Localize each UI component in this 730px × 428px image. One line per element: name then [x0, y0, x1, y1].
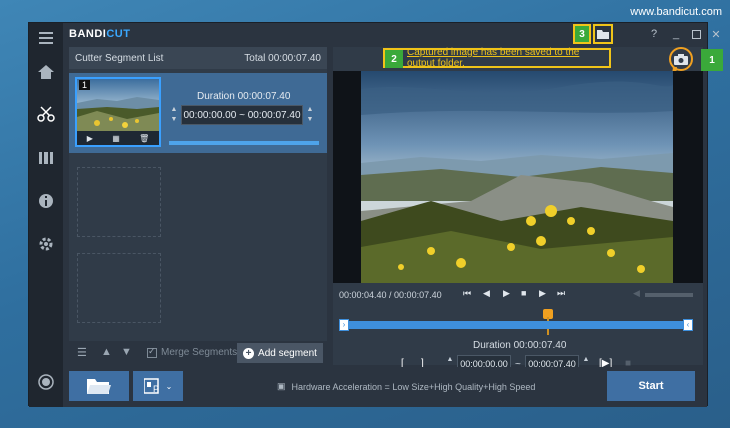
start-handle[interactable]: › [339, 319, 349, 331]
bottom-bar: P ⌄ ▣ Hardware Acceleration = Low Size+H… [63, 367, 707, 407]
segment-list-panel: Cutter Segment List Total 00:00:07.40 1 … [69, 47, 327, 365]
play-icon[interactable]: ▶ [503, 288, 510, 299]
start-button[interactable]: Start [607, 371, 695, 401]
volume-slider[interactable] [645, 293, 693, 297]
close-button[interactable]: ✕ [707, 25, 725, 43]
open-folder-icon [87, 379, 111, 394]
output-mode-button[interactable]: P ⌄ [133, 371, 183, 401]
scissors-icon[interactable] [35, 103, 57, 125]
segment-duration: Duration 00:00:07.40 [197, 91, 291, 102]
segment-range-input[interactable]: 00:00:00.00 ~ 00:00:07.40 [181, 105, 303, 125]
volume-icon[interactable]: ◀ [633, 288, 640, 299]
skip-forward-icon[interactable]: ⏭ [557, 288, 565, 299]
folder-icon[interactable] [593, 24, 613, 44]
segment-list-header: Cutter Segment List Total 00:00:07.40 [69, 47, 327, 69]
badge-three: 3 [573, 24, 591, 44]
trash-icon[interactable]: 🗑 [139, 134, 149, 143]
hardware-acceleration-info: ▣ Hardware Acceleration = Low Size+High … [277, 381, 535, 392]
badge-two: 2 [385, 50, 403, 68]
video-frame [361, 71, 673, 283]
checkbox-icon [147, 346, 157, 358]
film-strip-icon[interactable] [35, 147, 57, 169]
record-icon[interactable] [35, 371, 57, 393]
film-mode-icon: P [143, 378, 159, 394]
end-spinner-icon[interactable]: ▲▼ [305, 105, 315, 125]
start-spinner-icon[interactable]: ▲▼ [169, 105, 179, 125]
minimize-button[interactable]: _ [667, 25, 685, 43]
thumbnail-toolbar: ▶ ▦ 🗑 [77, 131, 159, 145]
segment-number: 1 [79, 80, 91, 90]
sidebar [29, 23, 63, 407]
merge-label: Merge Segments [161, 347, 238, 358]
skip-back-icon[interactable]: ⏮ [463, 288, 471, 299]
menu-icon[interactable] [35, 27, 57, 49]
title-bar: BANDICUT 3 ? _ ✕ [63, 23, 721, 45]
app-logo: BANDICUT [69, 28, 131, 40]
move-down-icon[interactable]: ▼ [121, 346, 132, 358]
step-back-icon[interactable]: ◀ [483, 288, 490, 299]
gear-icon[interactable] [35, 233, 57, 255]
capture-message-text: Captured image has been saved to the out… [407, 47, 580, 69]
timeline-bar[interactable]: › ‹ [339, 319, 693, 331]
step-forward-icon[interactable]: ▶ [539, 288, 546, 299]
preview-duration: Duration 00:00:07.40 [473, 340, 567, 351]
video-preview[interactable] [333, 71, 703, 283]
list-delete-icon[interactable]: ☰ [77, 346, 87, 359]
preview-panel: Captured image has been saved to the out… [333, 47, 723, 373]
home-icon[interactable] [35, 61, 57, 83]
app-window: BANDICUT 3 ? _ ✕ Cutter Segment List Tot… [28, 22, 723, 407]
stop-icon[interactable]: ■ [521, 288, 526, 298]
playback-controls: 00:00:04.40 / 00:00:07.40 ⏮ ◀ ▶ ■ ▶ ⏭ ◀ [333, 285, 703, 305]
hardware-acceleration-text: Hardware Acceleration = Low Size+High Qu… [291, 381, 536, 392]
add-segment-button[interactable]: + Add segment [237, 343, 323, 363]
help-button[interactable]: ? [645, 25, 663, 43]
segment-row[interactable]: 1 ▶ ▦ 🗑 Duration 00:00:07.40 ▲ ▼ 00:00:00… [69, 73, 327, 153]
merge-segments-checkbox[interactable]: Merge Segments [147, 346, 238, 358]
chat-icon: ▣ [277, 381, 286, 391]
end-handle[interactable]: ‹ [683, 319, 693, 331]
capture-saved-message[interactable]: Captured image has been saved to the out… [383, 47, 611, 69]
add-segment-label: Add segment [258, 347, 317, 359]
plus-icon: + [243, 347, 255, 359]
info-icon[interactable] [35, 190, 57, 212]
move-up-icon[interactable]: ▲ [101, 346, 112, 358]
total-duration: Total 00:00:07.40 [244, 53, 321, 64]
badge-one: 1 [701, 49, 723, 71]
empty-segment-slot [77, 253, 161, 323]
playback-time: 00:00:04.40 / 00:00:07.40 [339, 290, 442, 300]
grid-icon[interactable]: ▦ [112, 134, 120, 143]
empty-segment-slot [77, 167, 161, 237]
segment-progress-bar [169, 141, 319, 145]
chevron-down-icon: ⌄ [165, 381, 173, 391]
segment-thumbnail[interactable]: 1 ▶ ▦ 🗑 [75, 77, 161, 147]
svg-text:P: P [153, 384, 159, 394]
watermark: www.bandicut.com [630, 6, 722, 18]
open-file-button[interactable] [69, 371, 129, 401]
play-icon[interactable]: ▶ [87, 134, 93, 143]
segment-list-footer: ☰ ▲ ▼ Merge Segments + Add segment [69, 341, 327, 365]
maximize-button[interactable] [687, 25, 705, 43]
segment-list-title: Cutter Segment List [75, 53, 164, 64]
